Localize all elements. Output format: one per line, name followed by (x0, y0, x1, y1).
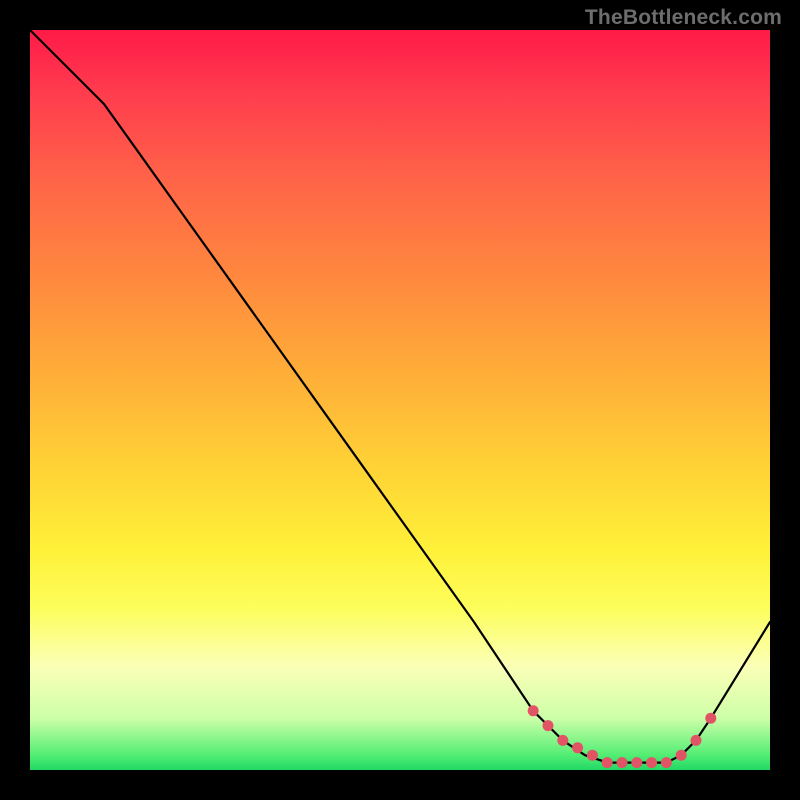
marker-dot (587, 750, 598, 761)
marker-dot (617, 757, 628, 768)
marker-dot (572, 742, 583, 753)
marker-dot (543, 720, 554, 731)
marker-dot (557, 735, 568, 746)
watermark-text: TheBottleneck.com (585, 6, 782, 30)
marker-dot (661, 757, 672, 768)
marker-dot (631, 757, 642, 768)
plot-area (30, 30, 770, 770)
marker-dot (676, 750, 687, 761)
chart-frame: TheBottleneck.com (0, 0, 800, 800)
marker-dot (691, 735, 702, 746)
bottleneck-curve (30, 30, 770, 763)
marker-dot (705, 713, 716, 724)
marker-dot (646, 757, 657, 768)
optimal-range-dots (528, 705, 717, 768)
marker-dot (528, 705, 539, 716)
curve-layer (30, 30, 770, 770)
marker-dot (602, 757, 613, 768)
